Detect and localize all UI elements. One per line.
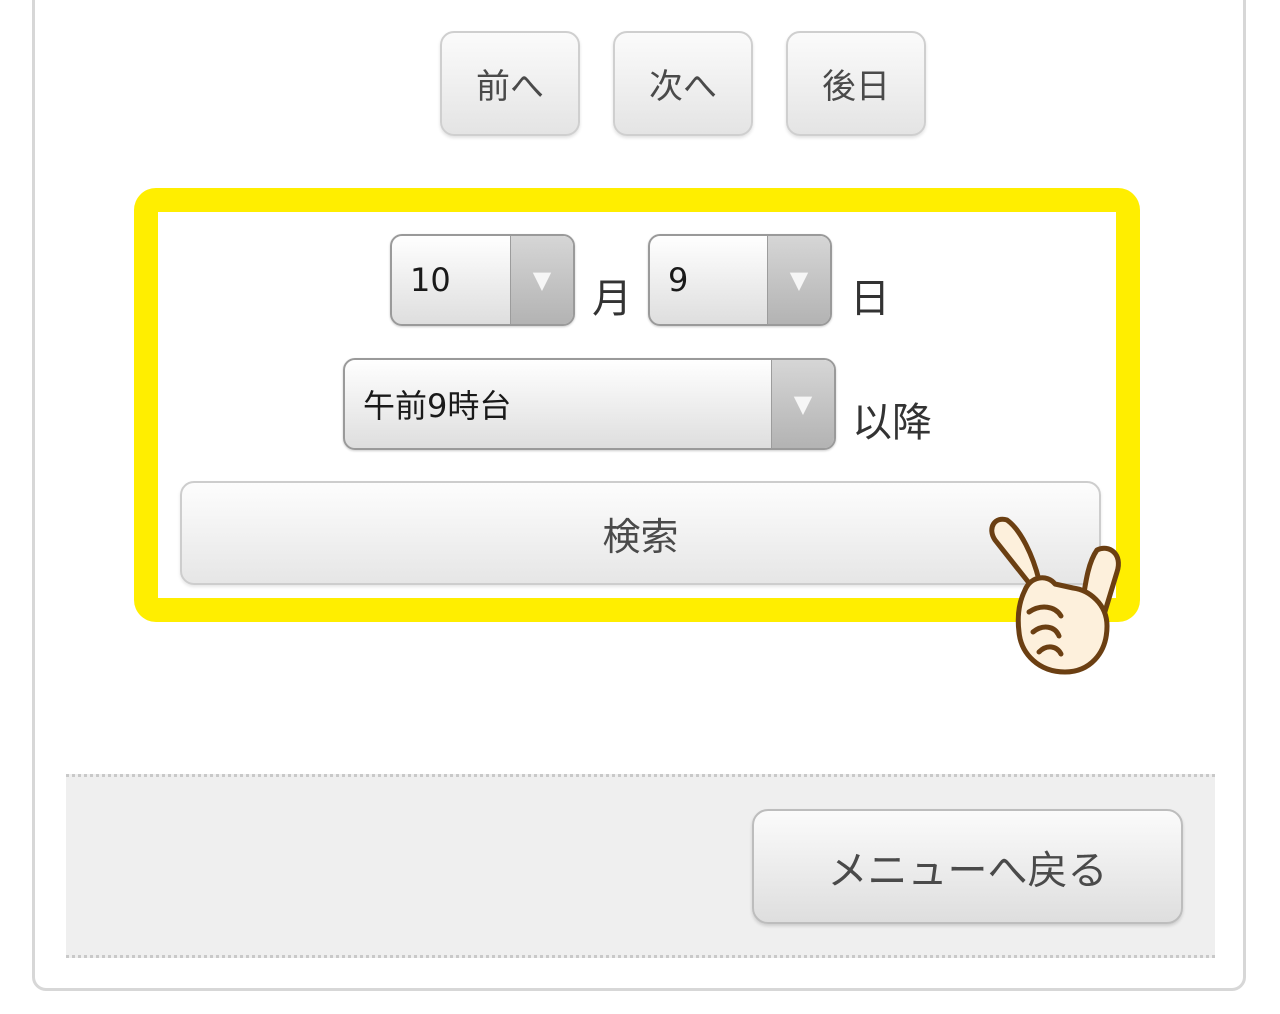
time-suffix-label: 以降 [852, 400, 932, 446]
search-button[interactable]: 検索 [180, 481, 1101, 585]
chevron-down-icon: ▼ [767, 236, 830, 324]
pointing-hand-icon [989, 516, 1121, 675]
time-value: 午前9時台 [363, 387, 512, 425]
chevron-down-icon: ▼ [771, 360, 834, 448]
chevron-down-icon: ▼ [510, 236, 573, 324]
next-button[interactable]: 次へ [613, 31, 753, 136]
time-select[interactable]: 午前9時台 ▼ [343, 358, 836, 450]
month-select[interactable]: 10 ▼ [390, 234, 575, 326]
month-value: 10 [410, 261, 451, 299]
day-select[interactable]: 9 ▼ [648, 234, 832, 326]
prev-button[interactable]: 前へ [440, 31, 580, 136]
day-unit-label: 日 [850, 276, 890, 322]
day-value: 9 [668, 261, 689, 299]
month-unit-label: 月 [592, 276, 632, 322]
back-to-menu-button[interactable]: メニューへ戻る [752, 809, 1183, 924]
later-button[interactable]: 後日 [786, 31, 926, 136]
